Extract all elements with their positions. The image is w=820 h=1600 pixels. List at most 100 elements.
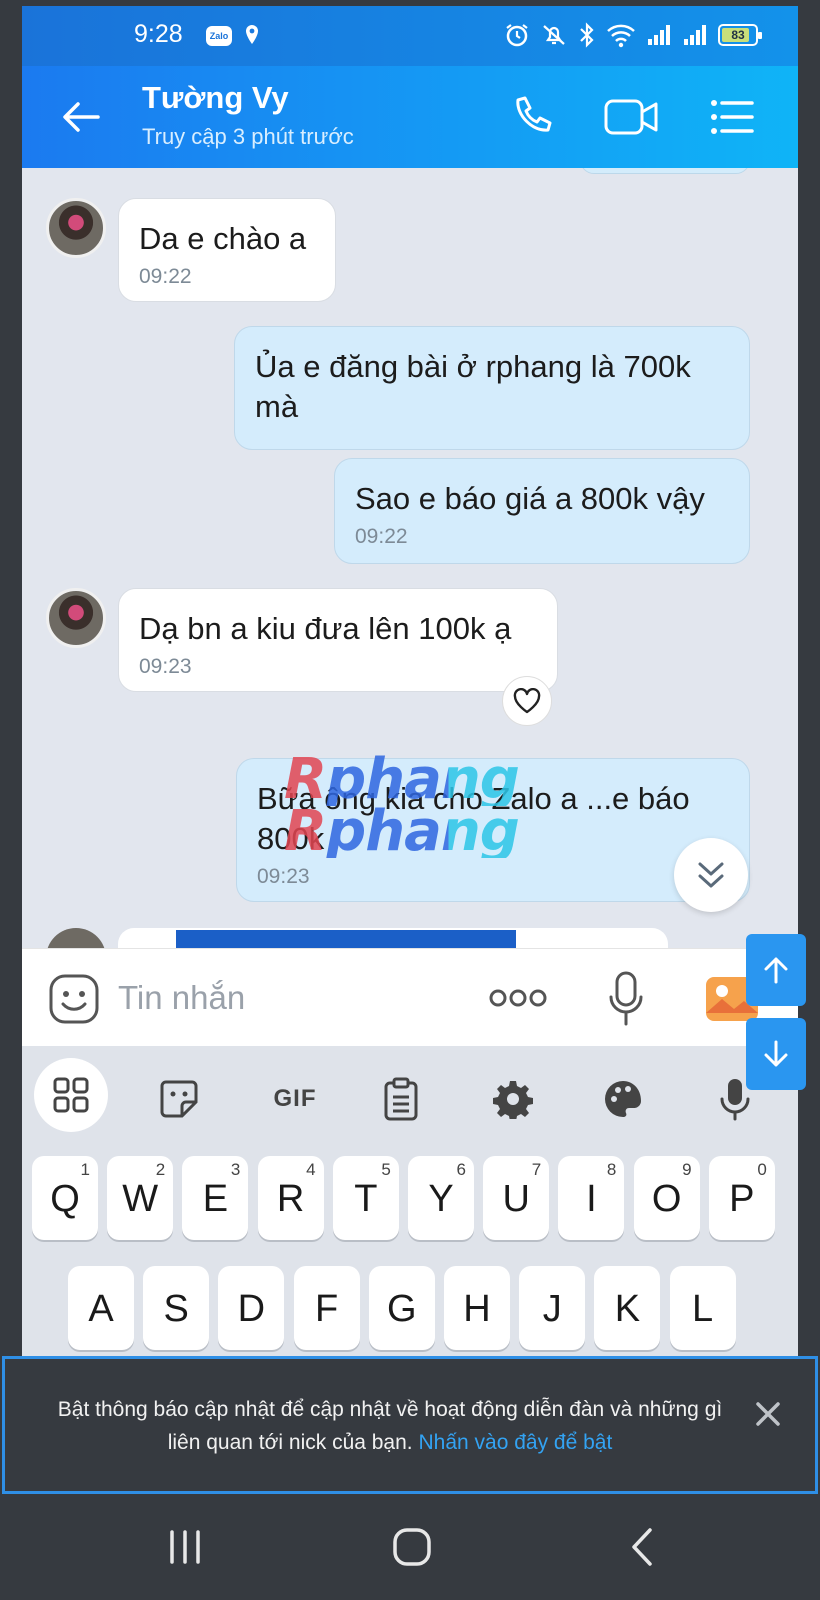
message-time: 09:23 [257, 865, 310, 888]
key-label: R [276, 1178, 305, 1220]
contact-avatar[interactable] [46, 588, 106, 648]
message-text: Sao e báo giá a 800k vậy [355, 481, 705, 516]
key-hint: 6 [456, 1160, 466, 1179]
scroll-down-button[interactable] [746, 1018, 806, 1090]
key-label: J [542, 1288, 562, 1330]
alarm-icon [506, 24, 528, 47]
back-arrow-icon[interactable] [58, 94, 104, 140]
message-time: 09:23 [139, 655, 192, 678]
chevron-double-down-icon [698, 862, 724, 888]
phone-icon[interactable] [506, 94, 558, 140]
key-y[interactable]: 6Y [408, 1156, 474, 1240]
key-r[interactable]: 4R [257, 1156, 324, 1240]
enable-notifications-link[interactable]: Nhấn vào đây để bật [418, 1431, 612, 1454]
key-h[interactable]: H [444, 1266, 510, 1350]
watermark-text: Rphang [284, 799, 520, 864]
palette-icon[interactable] [596, 1072, 650, 1126]
message-bubble-incoming[interactable]: Da e chào a 09:22 [118, 198, 336, 302]
status-time: 9:28 [134, 20, 183, 48]
system-nav-bar [0, 1494, 820, 1600]
key-label: I [586, 1178, 597, 1220]
location-icon [246, 25, 258, 44]
message-text: Ủa e đăng bài ở rphang là 700k mà [255, 349, 691, 424]
key-i[interactable]: 8I [558, 1156, 625, 1240]
key-label: Y [428, 1178, 454, 1220]
key-hint: 7 [531, 1160, 542, 1179]
key-label: F [314, 1288, 339, 1330]
sticker-icon[interactable] [152, 1072, 206, 1126]
shared-card[interactable] [176, 930, 516, 948]
home-icon[interactable] [387, 1522, 437, 1572]
key-e[interactable]: 3E [182, 1156, 249, 1240]
watermark-logo: Rphang Rphang [284, 752, 520, 864]
key-hint: 1 [80, 1160, 90, 1179]
gif-label: GIF [273, 1085, 317, 1112]
gif-button[interactable]: GIF [262, 1072, 328, 1126]
microphone-icon[interactable] [608, 971, 644, 1027]
recent-apps-icon[interactable] [160, 1522, 210, 1572]
apps-grid-icon[interactable] [34, 1058, 108, 1132]
contact-avatar[interactable] [46, 198, 106, 258]
clipboard-icon[interactable] [374, 1072, 428, 1126]
key-label: L [692, 1288, 714, 1330]
settings-icon[interactable] [486, 1072, 540, 1126]
key-q[interactable]: 1Q [32, 1156, 98, 1240]
key-f[interactable]: F [293, 1266, 360, 1350]
message-text: Dạ bn a kiu đưa lên 100k ạ [139, 611, 512, 646]
message-bubble-outgoing[interactable]: Ủa e đăng bài ở rphang là 700k mà [234, 326, 750, 450]
bluetooth-icon [580, 22, 594, 48]
arrow-up-icon [764, 957, 788, 984]
status-icons: 83 [504, 22, 762, 48]
message-time: 09:22 [139, 265, 192, 288]
keyboard-toolbar: GIF [22, 1046, 798, 1152]
key-label: D [237, 1288, 266, 1330]
heart-reaction-icon[interactable] [502, 676, 552, 726]
key-s[interactable]: S [143, 1266, 210, 1350]
key-label: O [651, 1178, 682, 1220]
key-hint: 0 [757, 1160, 767, 1179]
message-bubble-incoming[interactable]: Dạ bn a kiu đưa lên 100k ạ 09:23 [118, 588, 558, 692]
message-input[interactable] [118, 971, 468, 1025]
more-icon[interactable] [488, 985, 548, 1011]
key-g[interactable]: G [368, 1266, 435, 1350]
key-l[interactable]: L [669, 1266, 736, 1350]
key-hint: 4 [306, 1160, 316, 1179]
phone-screen: 9:28 Zalo 83 Tường Vy Truy cập 3 phút tr… [22, 6, 798, 1356]
message-input-bar [22, 948, 798, 1046]
message-text: Da e chào a [139, 221, 307, 256]
status-bar: 9:28 Zalo 83 [22, 6, 798, 66]
battery-icon: 83 [718, 24, 762, 46]
menu-icon[interactable] [708, 94, 756, 140]
key-p[interactable]: 0P [708, 1156, 775, 1240]
chat-area[interactable]: Da e chào a 09:22 Ủa e đăng bài ở rphang… [22, 168, 798, 948]
back-icon[interactable] [618, 1522, 668, 1572]
notification-message: Bật thông báo cập nhật để cập nhật về ho… [57, 1398, 723, 1454]
scroll-up-button[interactable] [746, 934, 806, 1006]
signal-icon [648, 25, 670, 45]
key-label: A [88, 1288, 114, 1330]
key-a[interactable]: A [68, 1266, 134, 1350]
key-hint: 8 [606, 1160, 617, 1179]
notification-banner: Bật thông báo cập nhật để cập nhật về ho… [2, 1356, 818, 1494]
close-icon[interactable] [753, 1399, 783, 1429]
zalo-notification-icon: Zalo [206, 26, 232, 46]
previous-message-bubble [580, 168, 750, 174]
contact-avatar[interactable] [46, 928, 106, 948]
key-label: K [614, 1288, 641, 1330]
message-bubble-outgoing[interactable]: Sao e báo giá a 800k vậy 09:22 [334, 458, 750, 564]
signal-icon [684, 25, 706, 45]
contact-status: Truy cập 3 phút trước [142, 124, 354, 149]
video-icon[interactable] [602, 94, 662, 140]
key-t[interactable]: 5T [332, 1156, 399, 1240]
key-k[interactable]: K [594, 1266, 661, 1350]
key-d[interactable]: D [218, 1266, 285, 1350]
key-w[interactable]: 2W [107, 1156, 174, 1240]
key-label: T [354, 1178, 378, 1220]
key-o[interactable]: 9O [633, 1156, 700, 1240]
key-u[interactable]: 7U [483, 1156, 550, 1240]
key-j[interactable]: J [519, 1266, 586, 1350]
emoji-icon[interactable] [48, 973, 100, 1025]
battery-percent: 83 [731, 28, 745, 42]
contact-name[interactable]: Tường Vy [142, 80, 289, 116]
scroll-to-bottom-button[interactable] [674, 838, 748, 912]
